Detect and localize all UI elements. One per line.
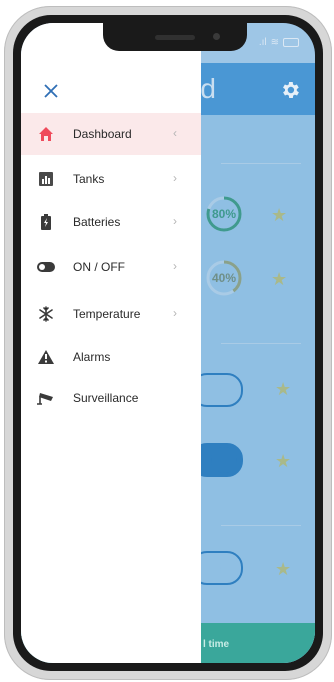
favorite-star-icon[interactable]: ★ [271,269,287,290]
bar-chart-icon [37,170,55,188]
chevron-right-icon: › [173,214,177,228]
signal-icon: .ıl [258,37,267,48]
phone-frame: .ıl ≋ rd 80% ★ 40% ★ ★ ★ ★ l time Dashbo… [4,6,332,680]
sidebar-item-dashboard[interactable]: Dashboard ‹ [21,113,201,155]
chevron-right-icon: › [173,259,177,273]
sidebar-item-label: Alarms [73,350,111,364]
reading-gauge-2[interactable]: 40% [205,259,243,297]
bottom-bar-label: l time [203,639,230,650]
warning-icon [37,348,55,366]
chevron-right-icon: › [173,306,177,320]
sidebar-item-batteries[interactable]: Batteries › [21,201,201,243]
home-icon [37,125,55,143]
sidebar-item-label: Dashboard [73,127,132,141]
navigation-drawer: Dashboard ‹ Tanks › Batteries › ON / OFF… [21,23,201,663]
favorite-star-icon[interactable]: ★ [275,559,291,580]
sidebar-item-label: ON / OFF [73,260,125,274]
sidebar-item-label: Surveillance [73,391,139,405]
toggle-icon [37,258,55,276]
reading-gauge-1[interactable]: 80% [205,195,243,233]
gear-icon[interactable] [279,79,301,101]
battery-icon [37,213,55,231]
favorite-star-icon[interactable]: ★ [271,205,287,226]
cctv-camera-icon [37,389,55,407]
snowflake-icon [37,305,55,323]
favorite-star-icon[interactable]: ★ [275,451,291,472]
divider [221,525,301,526]
sidebar-item-on-off[interactable]: ON / OFF › [21,246,201,288]
sidebar-item-temperature[interactable]: Temperature › [21,293,201,335]
chevron-right-icon: › [173,171,177,185]
sidebar-item-label: Tanks [73,172,105,186]
status-bar: .ıl ≋ [259,37,299,48]
divider [221,163,301,164]
divider [221,343,301,344]
notch [103,23,247,51]
wifi-icon: ≋ [270,37,279,48]
sidebar-item-label: Temperature [73,307,141,321]
speaker [155,35,195,40]
gauge-value: 40% [211,271,237,285]
front-camera [213,33,220,40]
sidebar-item-tanks[interactable]: Tanks › [21,158,201,200]
chevron-left-icon: ‹ [173,126,177,140]
battery-status-icon [283,38,299,47]
sidebar-item-surveillance[interactable]: Surveillance [21,377,201,419]
screen: .ıl ≋ rd 80% ★ 40% ★ ★ ★ ★ l time Dashbo… [21,23,315,663]
sidebar-item-alarms[interactable]: Alarms [21,336,201,378]
close-icon[interactable] [43,83,59,99]
favorite-star-icon[interactable]: ★ [275,379,291,400]
gauge-value: 80% [211,207,237,221]
toggle-knob [211,447,237,473]
sidebar-item-label: Batteries [73,215,121,229]
phone-bezel: .ıl ≋ rd 80% ★ 40% ★ ★ ★ ★ l time Dashbo… [13,15,323,671]
